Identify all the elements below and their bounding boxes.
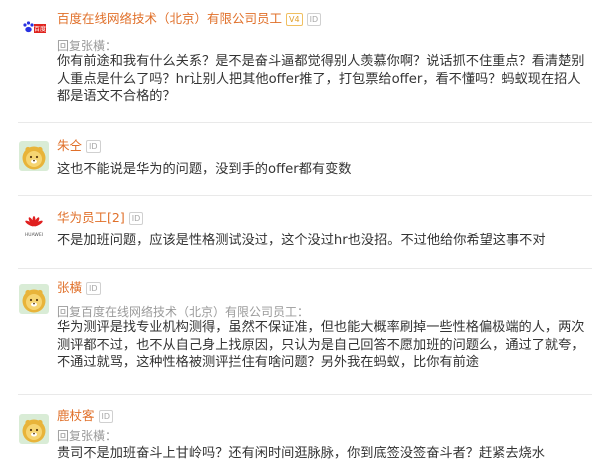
comment-header: 张橫 ID: [57, 280, 101, 296]
comment-header: 朱仝 ID: [57, 138, 101, 154]
reply-to-label: 回复张橫：: [57, 429, 118, 443]
baidu-logo-icon[interactable]: 百度: [19, 14, 49, 44]
comment-header: 华为员工[2] ID: [57, 210, 144, 226]
id-badge: ID: [86, 282, 101, 295]
id-badge: ID: [128, 212, 144, 225]
lion-avatar-icon[interactable]: [19, 141, 49, 171]
commenter-name[interactable]: 张橫: [57, 280, 82, 295]
level-badge: V4: [286, 13, 303, 26]
id-badge: ID: [306, 13, 322, 26]
comment-body: 你有前途和我有什么关系？是不是奋斗逼都觉得别人羡慕你啊？说话抓不住重点？看清楚别…: [57, 54, 585, 104]
commenter-name[interactable]: 百度在线网络技术（北京）有限公司员工: [57, 11, 282, 26]
comment-header: 鹿杖客 ID: [57, 408, 114, 424]
comment-item: 朱仝 ID 这也不能说是华为的问题，没到手的offer都有变数: [0, 123, 602, 188]
comment-item: 鹿杖客 ID 回复张橫： 贵司不是加班奋斗上甘岭吗？还有闲时间逛脉脉，你到底签没签…: [0, 395, 602, 474]
commenter-name[interactable]: 朱仝: [57, 138, 82, 153]
lion-avatar-icon[interactable]: [19, 414, 49, 444]
comment-body: 这也不能说是华为的问题，没到手的offer都有变数: [57, 162, 352, 177]
comment-item: HUAWEI 华为员工[2] ID 不是加班问题，应该是性格测试没过，这个没过hr…: [0, 196, 602, 262]
svg-text:HUAWEI: HUAWEI: [25, 232, 43, 238]
comment-header: 百度在线网络技术（北京）有限公司员工 V4 ID: [57, 11, 322, 27]
reply-to-label: 回复百度在线网络技术（北京）有限公司员工：: [57, 305, 310, 319]
svg-text:百度: 百度: [34, 25, 46, 33]
comment-body: 不是加班问题，应该是性格测试没过，这个没过hr也没招。不过他给你希望这事不对: [57, 233, 546, 248]
comment-body: 华为测评是找专业机构测得，虽然不保证准，但也能大概率刷掉一些性格偏极端的人，两次…: [57, 320, 585, 370]
id-badge: ID: [86, 140, 101, 153]
huawei-logo-icon[interactable]: HUAWEI: [19, 212, 49, 242]
comment-item: 张橫 ID 回复百度在线网络技术（北京）有限公司员工： 华为测评是找专业机构测得，…: [0, 269, 602, 387]
comment-thread: 百度 百度在线网络技术（北京）有限公司员工 V4 ID 回复张橫： 你有前途和我有什…: [0, 0, 602, 474]
comment-body: 贵司不是加班奋斗上甘岭吗？还有闲时间逛脉脉，你到底签没签奋斗者？赶紧去烧水: [57, 446, 545, 461]
reply-to-label: 回复张橫：: [57, 39, 118, 53]
comment-item: 百度 百度在线网络技术（北京）有限公司员工 V4 ID 回复张橫： 你有前途和我有什…: [0, 0, 602, 110]
lion-avatar-icon[interactable]: [19, 284, 49, 314]
id-badge: ID: [98, 410, 114, 423]
commenter-name[interactable]: 华为员工[2]: [57, 210, 125, 225]
commenter-name[interactable]: 鹿杖客: [57, 408, 95, 423]
